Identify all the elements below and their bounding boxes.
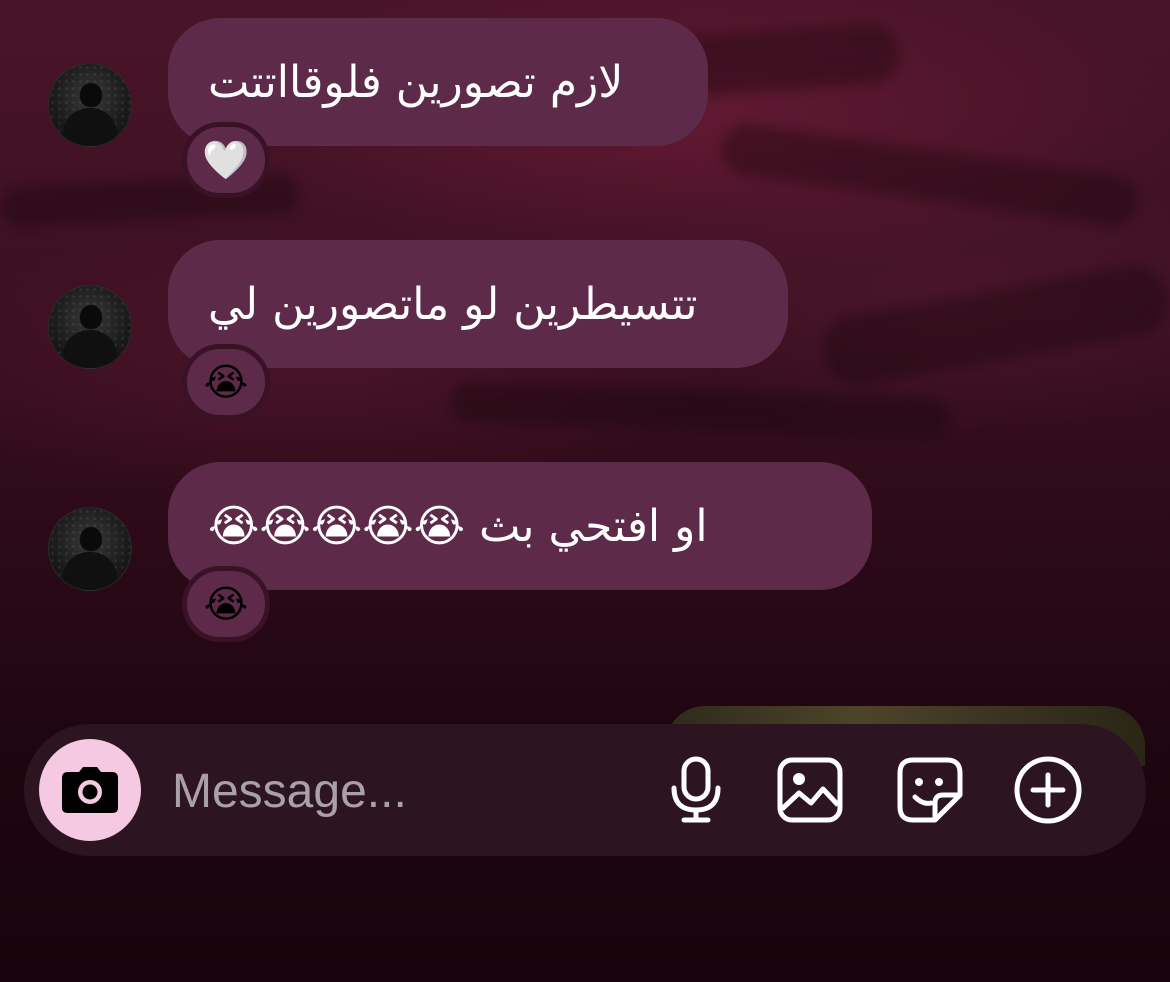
message-text: تتسيطرين لو ماتصورين لي: [208, 278, 698, 330]
message-bubble[interactable]: تتسيطرين لو ماتصورين لي: [168, 240, 788, 368]
heart-reaction: 🤍: [202, 138, 250, 182]
sticker-icon: [897, 757, 963, 823]
camera-icon: [62, 767, 118, 813]
microphone-icon: [671, 756, 721, 823]
add-button[interactable]: [1012, 754, 1084, 826]
background-texture: [816, 260, 1170, 390]
gallery-icon: [777, 757, 843, 823]
camera-button[interactable]: [39, 739, 141, 841]
chat-screen: لازم تصورين فلوقااتتت 🤍 تتسيطرين لو ماتص…: [0, 0, 1170, 982]
background-texture: [449, 381, 951, 439]
add-icon: [1014, 756, 1082, 824]
microphone-button[interactable]: [660, 754, 732, 826]
avatar[interactable]: [48, 285, 132, 369]
background-texture: [718, 121, 1142, 229]
sticker-button[interactable]: [894, 754, 966, 826]
message-input[interactable]: [170, 754, 644, 828]
avatar[interactable]: [48, 507, 132, 591]
message-text: لازم تصورين فلوقااتتت: [208, 56, 624, 108]
message-composer: [24, 724, 1146, 856]
reaction-badge[interactable]: 😭: [182, 566, 270, 642]
avatar[interactable]: [48, 63, 132, 147]
reaction-badge[interactable]: 🤍: [182, 122, 270, 198]
reaction-badge[interactable]: 😭: [182, 344, 270, 420]
message-text: او افتحي بث 😭😭😭😭😭: [208, 500, 708, 552]
gallery-button[interactable]: [774, 754, 846, 826]
crying-face-reaction: 😭: [203, 360, 249, 404]
crying-face-reaction: 😭: [203, 582, 249, 626]
message-bubble[interactable]: او افتحي بث 😭😭😭😭😭: [168, 462, 872, 590]
